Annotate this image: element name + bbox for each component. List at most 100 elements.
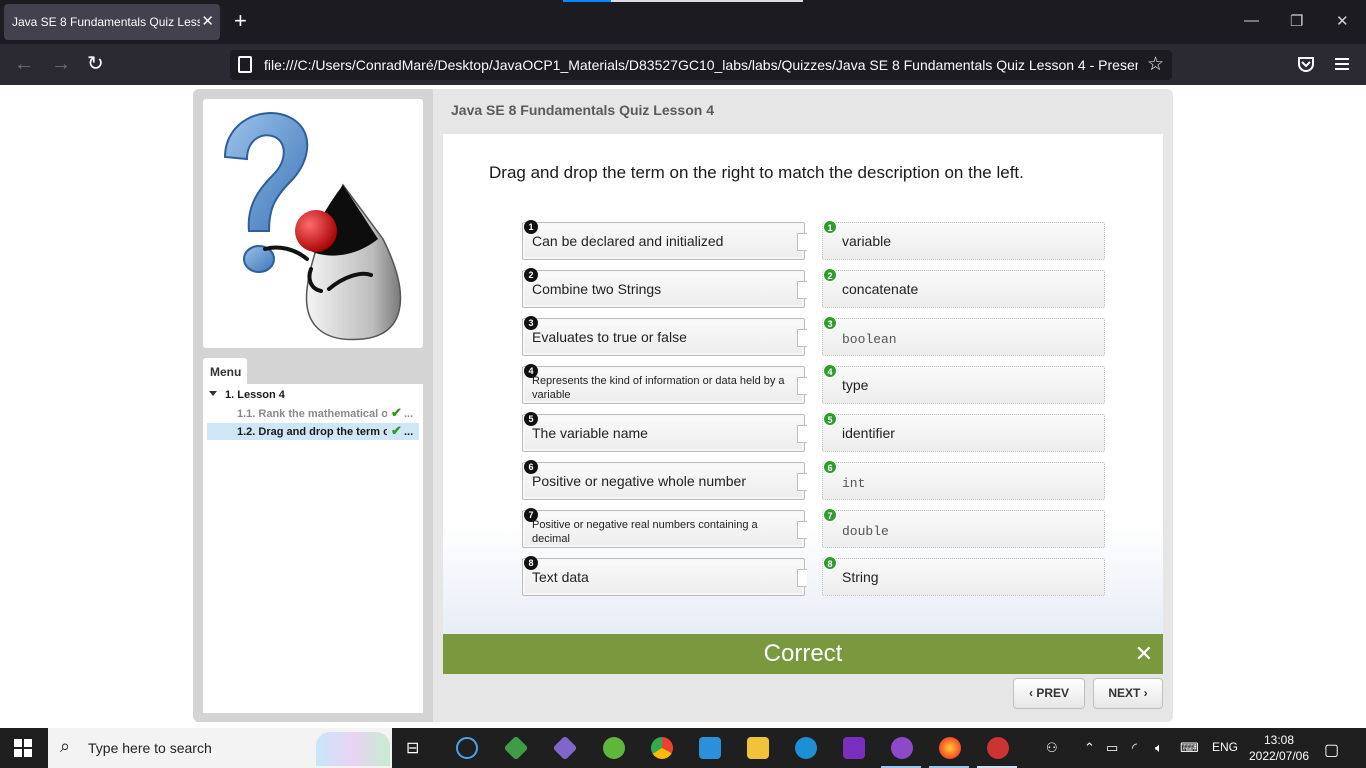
menu-tab[interactable]: Menu: [203, 358, 247, 384]
description-target[interactable]: Combine two Strings: [522, 270, 807, 308]
presenter-app-icon[interactable]: [987, 737, 1009, 759]
clock-time: 13:08: [1263, 733, 1295, 747]
term-draggable[interactable]: concatenate: [822, 270, 1105, 308]
description-label: Positive or negative whole number: [532, 473, 747, 489]
match-row: Evaluates to true or false boolean 3 3: [522, 316, 1106, 356]
vscode-icon[interactable]: [699, 737, 721, 759]
menu-item-label: 1.2. Drag and drop the term on the right: [237, 426, 387, 438]
term-draggable[interactable]: variable: [822, 222, 1105, 260]
file-explorer-icon[interactable]: [747, 737, 769, 759]
term-draggable[interactable]: int: [822, 462, 1105, 500]
term-label: concatenate: [842, 281, 919, 297]
keyboard-icon[interactable]: ⌨: [1180, 740, 1199, 756]
quiz-slide: Drag and drop the term on the right to m…: [443, 134, 1163, 674]
menu-panel: 1. Lesson 4 1.1. Rank the mathematical o…: [203, 384, 423, 713]
prev-button[interactable]: ‹ PREV: [1013, 678, 1085, 709]
term-draggable[interactable]: identifier: [822, 414, 1105, 452]
menu-item-1-1[interactable]: 1.1. Rank the mathematical operators ✔ .…: [207, 405, 419, 422]
menu-item-1-2[interactable]: 1.2. Drag and drop the term on the right…: [207, 423, 419, 440]
tab-title: Java SE 8 Fundamentals Quiz Lesson 4 - P…: [12, 15, 200, 29]
term-label: int: [842, 475, 866, 491]
description-number-badge: 3: [524, 316, 538, 330]
edge-icon[interactable]: [795, 737, 817, 759]
restore-icon[interactable]: ❐: [1290, 12, 1303, 30]
volume-icon[interactable]: 🔈︎: [1155, 740, 1163, 756]
description-label: The variable name: [532, 425, 648, 441]
description-number-badge: 4: [524, 364, 538, 378]
spring-tools-icon[interactable]: [603, 737, 625, 759]
feedback-banner: Correct ✕: [443, 634, 1163, 674]
term-number-badge: 8: [823, 556, 837, 570]
term-draggable[interactable]: type: [822, 366, 1105, 404]
term-number-badge: 2: [823, 268, 837, 282]
notifications-icon[interactable]: ▢: [1324, 740, 1339, 760]
prev-button-label: PREV: [1036, 686, 1070, 700]
chevron-up-icon[interactable]: ⌃: [1084, 740, 1095, 756]
loading-indicator: [563, 0, 803, 2]
intellij-icon[interactable]: [843, 737, 865, 759]
checkmark-icon: ✔: [391, 405, 402, 420]
quiz-title: Java SE 8 Fundamentals Quiz Lesson 4: [451, 102, 714, 118]
drop-notch: [797, 329, 807, 347]
url-bar[interactable]: file:///C:/Users/ConradMaré/Desktop/Java…: [230, 50, 1172, 80]
close-feedback-icon[interactable]: ✕: [1135, 641, 1153, 667]
description-target[interactable]: Evaluates to true or false: [522, 318, 807, 356]
firefox-icon[interactable]: [939, 737, 961, 759]
term-number-badge: 7: [823, 508, 837, 522]
lesson-label: 1. Lesson 4: [225, 389, 285, 401]
wifi-icon[interactable]: ◜: [1132, 740, 1137, 756]
browser-toolbar: ← → ↻ file:///C:/Users/ConradMaré/Deskto…: [0, 44, 1366, 85]
bookmark-star-icon[interactable]: ☆: [1147, 53, 1164, 76]
browser-tab[interactable]: Java SE 8 Fundamentals Quiz Lesson 4 - P…: [4, 4, 220, 40]
term-draggable[interactable]: boolean: [822, 318, 1105, 356]
match-row: Positive or negative whole number int 6 …: [522, 460, 1106, 500]
term-number-badge: 4: [823, 364, 837, 378]
back-icon[interactable]: ←: [14, 53, 34, 75]
menu-item-ellipsis: ...: [404, 408, 414, 420]
drop-notch: [797, 281, 807, 299]
description-target[interactable]: Can be declared and initialized: [522, 222, 807, 260]
github-desktop-icon[interactable]: [891, 737, 913, 759]
windows-start-icon[interactable]: [14, 739, 32, 757]
match-row: Text data String 8 8: [522, 556, 1106, 596]
description-label: Text data: [532, 569, 589, 585]
match-row: Can be declared and initialized variable…: [522, 220, 1106, 260]
term-draggable[interactable]: double: [822, 510, 1105, 548]
description-target[interactable]: Represents the kind of information or da…: [522, 366, 807, 404]
pocket-icon[interactable]: [1297, 56, 1315, 73]
description-target[interactable]: Text data: [522, 558, 807, 596]
menu-lesson[interactable]: 1. Lesson 4: [209, 389, 285, 401]
taskbar-search-box[interactable]: ⌕ Type here to search: [48, 728, 392, 768]
drop-notch: [797, 473, 807, 491]
collapse-caret-icon[interactable]: [209, 391, 217, 396]
description-number-badge: 6: [524, 460, 538, 474]
description-number-badge: 1: [524, 220, 538, 234]
quiz-player: Menu 1. Lesson 4 1.1. Rank the mathemati…: [193, 89, 1173, 722]
cube-app-icon[interactable]: [552, 735, 578, 761]
minimize-icon[interactable]: —: [1244, 12, 1259, 29]
description-target[interactable]: Positive or negative whole number: [522, 462, 807, 500]
match-row: Combine two Strings concatenate 2 2: [522, 268, 1106, 308]
node-app-icon[interactable]: [503, 735, 529, 761]
term-number-badge: 3: [823, 316, 837, 330]
chrome-icon[interactable]: [651, 737, 673, 759]
reload-icon[interactable]: ↻: [87, 53, 104, 75]
chevron-right-icon: ›: [1143, 686, 1148, 700]
close-tab-icon[interactable]: ✕: [201, 12, 214, 30]
close-window-icon[interactable]: ✕: [1336, 12, 1349, 30]
task-view-icon[interactable]: ⊟: [406, 738, 419, 758]
chat-app-icon[interactable]: [456, 737, 478, 759]
taskbar-clock[interactable]: 13:08 2022/07/06: [1243, 732, 1315, 764]
description-target[interactable]: Positive or negative real numbers contai…: [522, 510, 807, 548]
term-draggable[interactable]: String: [822, 558, 1105, 596]
people-icon[interactable]: ⚇: [1046, 740, 1058, 756]
forward-icon[interactable]: →: [51, 53, 71, 75]
new-tab-icon[interactable]: +: [234, 10, 247, 32]
hamburger-menu-icon[interactable]: [1335, 57, 1349, 71]
battery-icon[interactable]: ▭: [1106, 740, 1118, 756]
next-button[interactable]: NEXT ›: [1093, 678, 1163, 709]
description-target[interactable]: The variable name: [522, 414, 807, 452]
term-label: variable: [842, 233, 892, 249]
language-indicator[interactable]: ENG: [1212, 740, 1238, 754]
match-row: The variable name identifier 5 5: [522, 412, 1106, 452]
